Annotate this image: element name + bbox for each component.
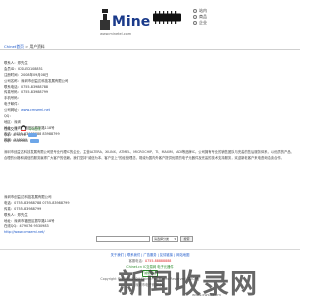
search-bar: 请选择分类 ▾ 搜索 [96,236,193,242]
radio-scope-company[interactable]: 企业 [193,20,207,26]
watermark: 新闻收录网 [118,269,258,300]
radio-label: 企业 [199,20,207,25]
website-link[interactable]: www.cmsemi.net [21,108,50,112]
search-input[interactable] [96,236,150,242]
chevron-down-icon: ▾ [174,236,176,241]
search-scope-radios: 站内 商品 企业 [193,8,207,26]
qq-entry[interactable]: QQ：9530983 [4,138,39,143]
contact-block: 深圳市创益达科技发展有限公司 电话：0755-83988788 0755-839… [4,195,184,236]
logo-text: Mine [112,14,150,30]
radio-button[interactable] [193,21,197,25]
site-logo[interactable]: Mine [92,6,150,32]
qq-title-text: 在线交流 [4,126,18,131]
select-value: 请选择分类 [154,236,170,241]
qq-number: QQ：9530983 [4,139,28,143]
qq-penguin-icon [20,125,26,131]
category-select[interactable]: 请选择分类 ▾ [152,236,178,242]
radio-button[interactable] [193,15,197,19]
qq-chat-icon[interactable] [27,132,37,137]
logo-url: www.minetel.com [100,32,132,36]
watermark-url: www.xwsll.com [192,292,221,297]
qq-online-label: QQ在线 [28,126,41,131]
search-button[interactable]: 搜索 [180,236,193,242]
divider [0,249,300,250]
qq-number: QQ：479076 [4,133,26,137]
radio-button[interactable] [193,9,197,13]
qq-chat-icon[interactable] [29,138,39,143]
divider [0,49,300,50]
company-intro: 深圳市创益达科技发展有限公司是专业代理IC的企业，主营ALTERA、XILINX… [4,150,294,160]
qq-entry[interactable]: QQ：479076 [4,132,37,137]
chip-icon [153,11,181,24]
qq-section-title: 在线交流 QQ在线 [4,125,41,131]
